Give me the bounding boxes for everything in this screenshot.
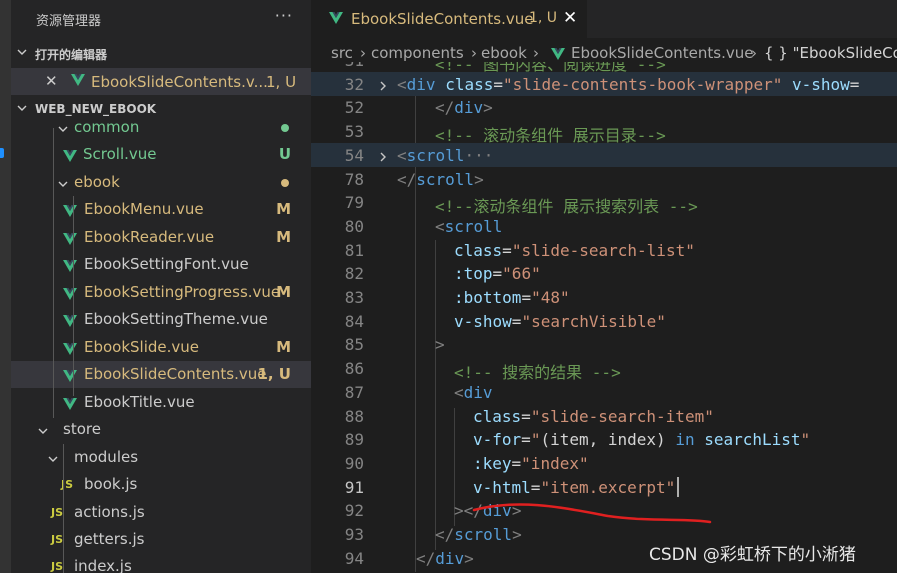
watermark: CSDN @彩虹桥下的小淅猪 (649, 545, 856, 565)
red-underline-annotation (472, 503, 712, 524)
